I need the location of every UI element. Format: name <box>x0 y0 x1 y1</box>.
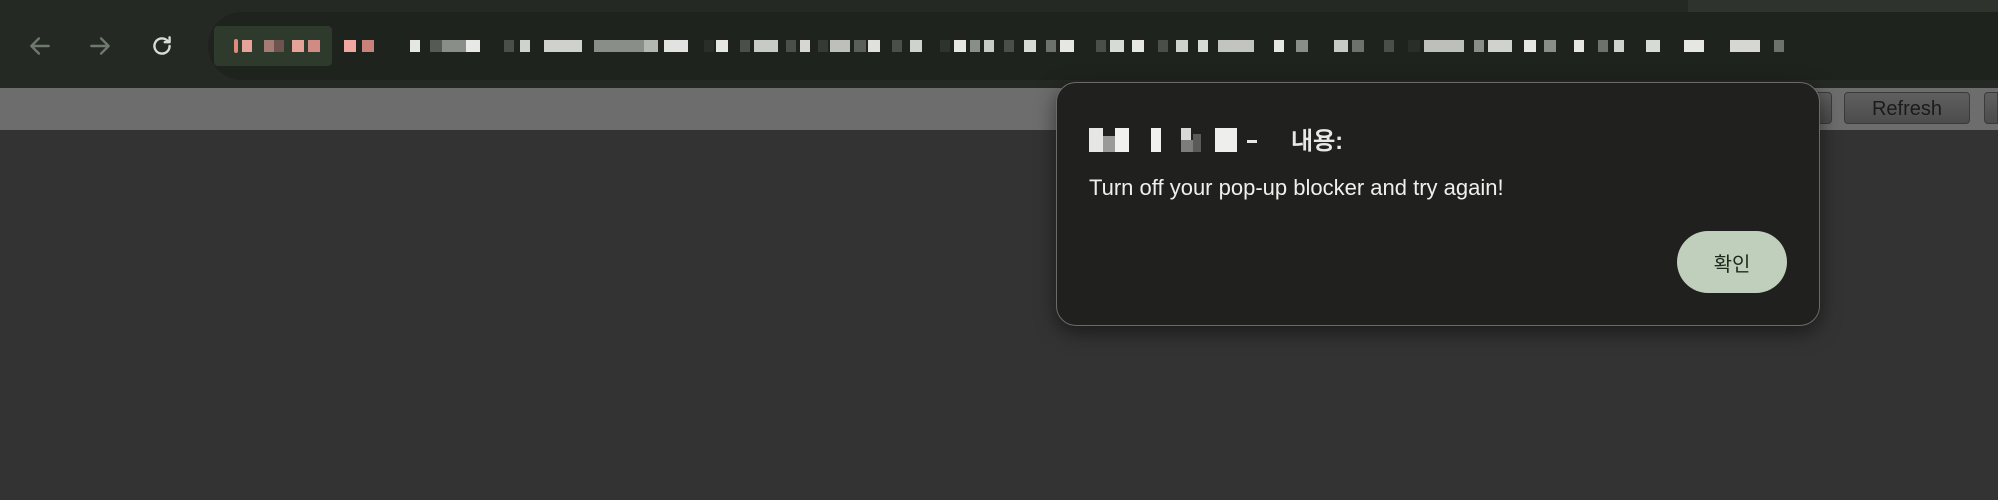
arrow-right-icon <box>90 37 110 55</box>
reload-button[interactable] <box>138 22 186 70</box>
dialog-title: 내용: <box>1089 121 1343 155</box>
arrow-left-icon <box>30 37 50 55</box>
dialog-title-text: 내용: <box>1291 127 1344 155</box>
dialog-message: Turn off your pop-up blocker and try aga… <box>1089 175 1504 200</box>
browser-toolbar <box>0 0 1998 88</box>
back-button[interactable] <box>16 22 64 70</box>
reload-icon <box>153 36 171 55</box>
page-button-right[interactable] <box>1984 92 1998 124</box>
refresh-button[interactable]: Refresh <box>1844 92 1970 124</box>
alert-dialog: 내용: Turn off your pop-up blocker and try… <box>1056 82 1820 326</box>
forward-button[interactable] <box>76 22 124 70</box>
obscured-site-origin <box>1089 124 1287 152</box>
ok-button[interactable]: 확인 <box>1677 231 1787 293</box>
address-bar[interactable] <box>208 12 1998 80</box>
obscured-url <box>234 34 1994 58</box>
